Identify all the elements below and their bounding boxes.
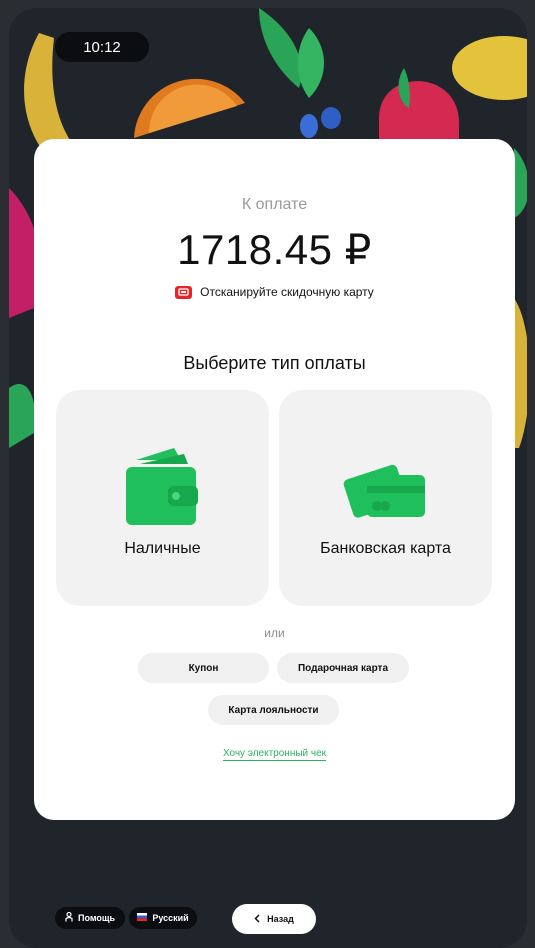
pay-cash-button[interactable]: Наличные	[56, 390, 269, 606]
language-button[interactable]: Русский	[129, 907, 197, 929]
person-icon	[65, 911, 73, 924]
scan-discount-card-prompt[interactable]: Отсканируйте скидочную карту	[34, 285, 515, 299]
pay-bank-card-button[interactable]: Банковская карта	[279, 390, 492, 606]
chevron-left-icon	[254, 913, 260, 925]
clock: 10:12	[55, 32, 149, 62]
electronic-receipt-link[interactable]: Хочу электронный чек	[34, 748, 515, 761]
bank-cards-icon	[343, 464, 425, 518]
russian-flag-icon	[137, 913, 148, 923]
payment-type-title: Выберите тип оплаты	[183, 353, 366, 373]
help-button[interactable]: Помощь	[55, 907, 125, 929]
scan-discount-card-text: Отсканируйте скидочную карту	[200, 285, 374, 299]
back-label: Назад	[267, 914, 294, 924]
amount-due-value: 1718.45 ₽	[177, 226, 372, 273]
coupon-button[interactable]: Купон	[138, 653, 269, 683]
language-label: Русский	[152, 913, 189, 923]
wallet-icon	[126, 448, 198, 525]
amount-due-label: К оплате	[241, 196, 308, 213]
gift-card-button[interactable]: Подарочная карта	[277, 653, 409, 683]
discount-card-icon	[175, 285, 193, 299]
loyalty-card-button[interactable]: Карта лояльности	[208, 695, 339, 725]
help-label: Помощь	[77, 913, 115, 923]
pay-bank-card-label: Банковская карта	[320, 540, 451, 557]
kiosk-screen: 10:12 К оплате 1718.45 ₽ Отсканируйте ск…	[9, 8, 527, 948]
back-button[interactable]: Назад	[232, 904, 316, 934]
pay-cash-label: Наличные	[124, 540, 201, 557]
or-separator: или	[264, 626, 285, 640]
electronic-receipt-link-text: Хочу электронный чек	[222, 748, 327, 761]
payment-card: К оплате 1718.45 ₽ Отсканируйте скидочну…	[34, 139, 515, 820]
